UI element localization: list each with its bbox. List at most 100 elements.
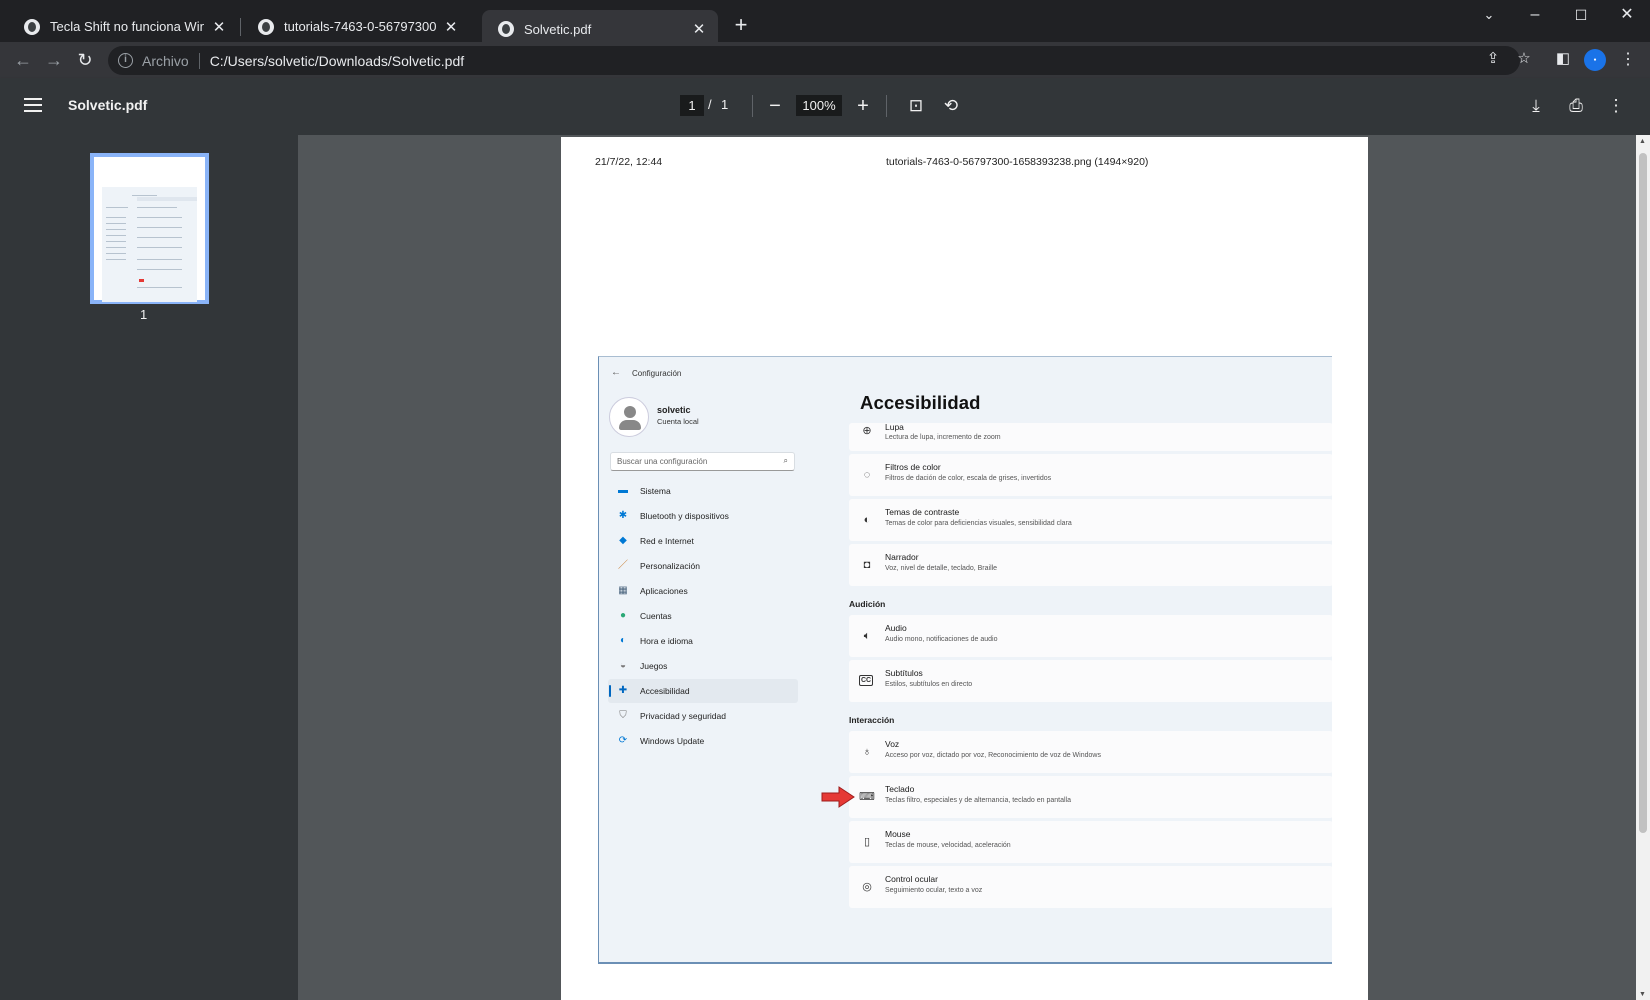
setting-subtitle: Voz, nivel de detalle, teclado, Braille xyxy=(885,565,998,572)
setting-subtitle: Temas de color para deficiencias visuale… xyxy=(885,520,1072,527)
url-scheme-label: Archivo xyxy=(142,52,189,69)
setting-item-voz: ♁ Voz Acceso por voz, dictado por voz, R… xyxy=(849,731,1332,773)
magnifier-icon: ⊕ xyxy=(862,425,872,437)
page-number-input[interactable]: 1 xyxy=(680,95,704,116)
nav-item-privacidad: ⛉ Privacidad y seguridad xyxy=(608,704,798,728)
zoom-out-button[interactable]: − xyxy=(762,93,788,119)
new-tab-button[interactable]: + xyxy=(728,12,754,38)
side-panel-icon[interactable]: ◧ xyxy=(1552,48,1574,70)
menu-icon[interactable] xyxy=(24,98,42,112)
setting-title: Lupa xyxy=(885,422,904,432)
setting-subtitle: Teclas filtro, especiales y de alternanc… xyxy=(885,797,1071,804)
thumbnail-preview xyxy=(102,187,197,302)
mouse-icon: ▯ xyxy=(863,836,871,848)
browser-menu-button[interactable]: ⋮ xyxy=(1620,48,1636,72)
vertical-scrollbar[interactable]: ▲ ▼ xyxy=(1636,135,1650,1000)
setting-title: Mouse xyxy=(885,829,911,839)
setting-item-mouse: ▯ Mouse Teclas de mouse, velocidad, acel… xyxy=(849,821,1332,863)
nav-label: Cuentas xyxy=(640,611,672,621)
person-icon: ● xyxy=(619,610,627,621)
omnibox[interactable]: i Archivo C:/Users/solvetic/Downloads/So… xyxy=(108,46,1520,75)
close-icon[interactable]: ✕ xyxy=(690,20,708,38)
scroll-down-icon[interactable]: ▼ xyxy=(1639,991,1646,998)
color-filter-icon: ◌ xyxy=(863,469,871,481)
fit-page-icon[interactable]: ⊡ xyxy=(903,93,929,119)
profile-avatar[interactable]: ● xyxy=(1584,49,1606,71)
setting-title: Audio xyxy=(885,623,907,633)
tab-search-button[interactable]: ⌄ xyxy=(1466,0,1512,32)
rotate-icon[interactable]: ⟲ xyxy=(938,93,964,119)
user-avatar xyxy=(609,397,649,437)
setting-title: Voz xyxy=(885,739,900,749)
nav-item-accesibilidad: ✚ Accesibilidad xyxy=(608,679,798,703)
nav-label: Aplicaciones xyxy=(640,586,688,596)
scrollbar-thumb[interactable] xyxy=(1639,153,1647,833)
setting-subtitle: Seguimiento ocular, texto a voz xyxy=(885,887,983,894)
nav-item-hora: ◐ Hora e idioma xyxy=(608,629,798,653)
close-icon[interactable]: ✕ xyxy=(442,18,460,36)
tab-separator xyxy=(240,18,241,36)
shield-icon: ⛉ xyxy=(619,710,627,721)
search-icon: ⌕ xyxy=(783,456,788,465)
back-arrow-icon: ← xyxy=(611,367,621,378)
setting-item-narrador: ◘ Narrador Voz, nivel de detalle, teclad… xyxy=(849,544,1332,586)
tab-tutorials-png[interactable]: tutorials-7463-0-56797300-1658 ✕ xyxy=(242,10,470,43)
setting-title: Filtros de color xyxy=(885,462,941,472)
close-icon[interactable]: ✕ xyxy=(210,18,228,36)
captions-icon: CC xyxy=(859,675,873,686)
setting-subtitle: Filtros de dación de color, escala de gr… xyxy=(885,475,1052,482)
scroll-up-icon[interactable]: ▲ xyxy=(1639,138,1646,145)
maximize-button[interactable]: ☐ xyxy=(1558,0,1604,32)
zoom-input[interactable]: 100% xyxy=(796,95,842,116)
print-icon[interactable]: ⎙ xyxy=(1563,93,1589,119)
nav-label: Red e Internet xyxy=(640,536,694,546)
reload-button[interactable]: ↻ xyxy=(72,47,98,73)
nav-label: Hora e idioma xyxy=(640,636,693,646)
setting-item-lupa: ⊕ Lupa Lectura de lupa, incremento de zo… xyxy=(849,422,1332,451)
microphone-icon: ♁ xyxy=(862,746,872,758)
settings-screenshot: ← Configuración solvetic Cuenta local Bu… xyxy=(598,356,1332,964)
nav-item-aplicaciones: ▦ Aplicaciones xyxy=(608,579,798,603)
update-icon: ⟳ xyxy=(618,735,628,746)
toolbar-divider xyxy=(886,95,887,117)
bluetooth-icon: ✱ xyxy=(618,510,628,521)
forward-button[interactable]: → xyxy=(41,47,67,73)
setting-subtitle: Lectura de lupa, incremento de zoom xyxy=(885,434,1001,441)
print-filename: tutorials-7463-0-56797300-1658393238.png… xyxy=(886,156,1149,168)
bookmark-star-icon[interactable]: ☆ xyxy=(1513,48,1535,70)
share-icon[interactable]: ⇪ xyxy=(1482,48,1504,70)
setting-item-audio: 🔈︎ Audio Audio mono, notificaciones de a… xyxy=(849,615,1332,657)
pdf-toolbar: Solvetic.pdf 1 / 1 − 100% + ⊡ ⟲ ⤓ ⎙ ⋮ xyxy=(0,78,1650,135)
setting-item-control-ocular: ◎ Control ocular Seguimiento ocular, tex… xyxy=(849,866,1332,908)
window-close-button[interactable]: ✕ xyxy=(1604,0,1650,32)
section-audicion: Audición xyxy=(849,599,886,609)
info-icon[interactable]: i xyxy=(118,53,133,68)
settings-page-title: Accesibilidad xyxy=(860,392,981,413)
thumbnail-sidebar: 1 xyxy=(0,135,298,1000)
globe-icon xyxy=(24,18,40,35)
url-text[interactable]: C:/Users/solvetic/Downloads/Solvetic.pdf xyxy=(210,53,464,69)
setting-title: Teclado xyxy=(885,784,915,794)
setting-title: Temas de contraste xyxy=(885,507,960,517)
nav-label: Personalización xyxy=(640,561,701,571)
minimize-button[interactable]: – xyxy=(1512,0,1558,32)
download-icon[interactable]: ⤓ xyxy=(1523,93,1549,119)
settings-app-title: Configuración xyxy=(632,369,682,378)
gamepad-icon: ◒ xyxy=(619,660,627,671)
nav-label: Accesibilidad xyxy=(640,686,690,696)
nav-item-juegos: ◒ Juegos xyxy=(608,654,798,678)
accessibility-icon: ✚ xyxy=(618,685,628,696)
setting-item-teclado: ⌨ Teclado Teclas filtro, especiales y de… xyxy=(849,776,1332,818)
page-thumbnail[interactable] xyxy=(90,153,209,304)
pdf-filename: Solvetic.pdf xyxy=(68,97,148,113)
toolbar-divider xyxy=(752,95,753,117)
tab-tecla-shift[interactable]: Tecla Shift no funciona Windows ✕ xyxy=(8,10,238,43)
page-total: 1 xyxy=(721,97,729,112)
setting-subtitle: Estilos, subtítulos en directo xyxy=(885,681,973,688)
more-options-icon[interactable]: ⋮ xyxy=(1603,93,1629,119)
back-button[interactable]: ← xyxy=(10,47,36,73)
zoom-in-button[interactable]: + xyxy=(850,93,876,119)
tab-title: tutorials-7463-0-56797300-1658 xyxy=(284,19,436,34)
pdf-page: 21/7/22, 12:44 tutorials-7463-0-56797300… xyxy=(561,137,1368,1000)
keyboard-icon: ⌨ xyxy=(859,791,875,803)
